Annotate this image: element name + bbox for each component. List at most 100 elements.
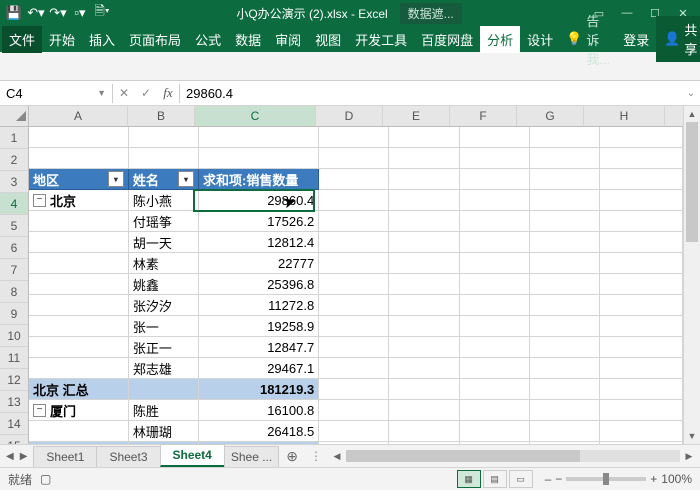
value-cell[interactable]: 22777 [199,253,319,274]
cell[interactable] [600,232,683,253]
hscroll-thumb[interactable] [346,450,580,462]
tab-developer[interactable]: 开发工具 [348,26,414,53]
col-B[interactable]: B [128,106,195,126]
cell[interactable] [29,421,129,442]
add-sheet-button[interactable]: ⊕ [278,448,306,465]
name-box[interactable]: C4 ▼ [0,84,113,103]
cell[interactable] [460,253,530,274]
cell[interactable] [460,169,530,190]
cell[interactable] [319,295,389,316]
cell[interactable] [319,337,389,358]
cell[interactable] [600,421,683,442]
cell[interactable] [389,253,459,274]
cell[interactable] [389,400,459,421]
pivot-header-value[interactable]: 求和项:销售数量 [199,169,319,190]
horizontal-scrollbar[interactable]: ◀ ▶ [326,450,700,462]
cell[interactable] [389,211,459,232]
cell[interactable] [600,190,683,211]
cell[interactable] [460,337,530,358]
row-header[interactable]: 15 [0,435,28,444]
share-button[interactable]: 👤共享 [656,16,700,62]
cell[interactable] [389,358,459,379]
name-cell[interactable]: 姚鑫 [129,274,199,295]
cell[interactable] [460,442,530,444]
name-cell[interactable]: 郑志雄 [129,358,199,379]
col-H[interactable]: H [584,106,665,126]
cell[interactable] [319,442,389,444]
tab-file[interactable]: 文件 [2,26,42,53]
row-header[interactable]: 6 [0,237,28,259]
cell[interactable] [460,190,530,211]
select-all-corner[interactable] [0,106,28,127]
cell[interactable] [530,127,600,148]
cell[interactable] [29,148,129,169]
cell[interactable] [530,379,600,400]
cell[interactable] [460,295,530,316]
cell[interactable] [530,148,600,169]
cell[interactable] [600,337,683,358]
cell[interactable] [389,127,459,148]
col-C[interactable]: C [195,106,316,126]
tell-me[interactable]: 💡告诉我... [560,11,616,68]
row-header[interactable]: 12 [0,369,28,391]
cell[interactable] [389,190,459,211]
cell[interactable] [129,148,199,169]
cell[interactable] [600,379,683,400]
cell[interactable] [319,421,389,442]
subtotal-label[interactable]: 厦门 汇总 [29,442,129,444]
cell[interactable] [389,316,459,337]
login-button[interactable]: 登录 [616,26,656,53]
region-group[interactable]: −北京 [29,190,129,211]
tab-analyze[interactable]: 分析 [480,26,520,53]
cell[interactable] [389,337,459,358]
enter-formula-icon[interactable]: ✓ [135,86,157,100]
pivot-header-region[interactable]: 地区▾ [29,169,129,190]
cell[interactable] [600,358,683,379]
cell[interactable] [389,442,459,444]
cell[interactable] [460,232,530,253]
chevron-down-icon[interactable]: ▼ [97,88,106,98]
cell[interactable] [530,295,600,316]
tab-view[interactable]: 视图 [308,26,348,53]
cell[interactable] [530,211,600,232]
cell[interactable] [530,232,600,253]
cell[interactable] [319,148,389,169]
subtotal-label[interactable]: 北京 汇总 [29,379,129,400]
name-cell[interactable]: 张汐汐 [129,295,199,316]
filter-icon[interactable]: ▾ [108,171,124,187]
undo-icon[interactable]: ↶▾ [26,3,46,23]
sheet-tab[interactable]: Sheet4 [160,444,225,467]
cell[interactable] [319,274,389,295]
value-cell[interactable]: 12847.7 [199,337,319,358]
tab-insert[interactable]: 插入 [82,26,122,53]
cell[interactable] [530,400,600,421]
subtotal-value[interactable]: 181219.3 [199,379,319,400]
cell[interactable] [29,211,129,232]
cell[interactable] [389,421,459,442]
collapse-icon[interactable]: − [33,194,46,207]
cell[interactable] [129,379,199,400]
cell[interactable] [600,211,683,232]
name-cell[interactable]: 张一 [129,316,199,337]
value-cell[interactable]: 26418.5 [199,421,319,442]
row-header[interactable]: 7 [0,259,28,281]
row-header[interactable]: 2 [0,149,28,171]
new-icon[interactable]: ▫▾ [70,3,90,23]
scroll-up-icon[interactable]: ▲ [684,106,700,122]
collapse-icon[interactable]: − [33,404,46,417]
expand-formula-icon[interactable]: ⌄ [682,88,700,99]
row-header[interactable]: 5 [0,215,28,237]
vertical-scrollbar[interactable]: ▲ ▼ [683,106,700,444]
cell[interactable] [460,127,530,148]
col-F[interactable]: F [450,106,517,126]
sheet-tab[interactable]: Shee ... [224,446,279,467]
cell[interactable] [600,274,683,295]
tab-home[interactable]: 开始 [42,26,82,53]
cell[interactable] [29,316,129,337]
name-cell[interactable]: 胡一天 [129,232,199,253]
view-pagebreak-icon[interactable]: ▭ [509,470,533,488]
scroll-down-icon[interactable]: ▼ [684,428,700,444]
value-cell[interactable]: 25396.8 [199,274,319,295]
scroll-track[interactable] [684,122,700,428]
cell[interactable] [530,337,600,358]
